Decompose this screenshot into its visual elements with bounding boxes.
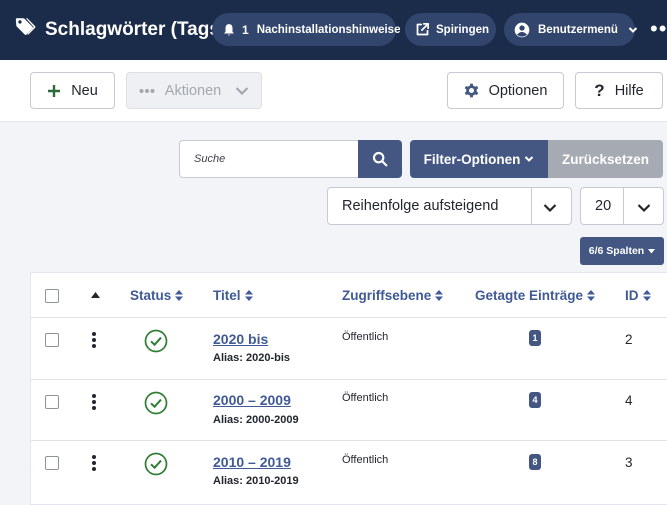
ordering-select[interactable]: Reihenfolge aufsteigend xyxy=(327,187,572,225)
ellipsis-icon xyxy=(139,88,155,94)
site-button[interactable]: Spiringen xyxy=(405,13,496,46)
sort-icon xyxy=(435,290,444,301)
tag-title-link[interactable]: 2000 – 2009 xyxy=(213,392,291,408)
row-checkbox[interactable] xyxy=(45,395,59,409)
filter-options-button[interactable]: Filter-Optionen xyxy=(410,140,548,178)
tag-alias: Alias: 2010-2019 xyxy=(213,475,299,487)
column-header-status[interactable]: Status xyxy=(130,288,184,303)
options-button[interactable]: Optionen xyxy=(447,72,564,109)
tag-title-link[interactable]: 2020 bis xyxy=(213,331,268,347)
limit-value: 20 xyxy=(595,198,612,214)
search-icon xyxy=(372,151,388,167)
tag-alias: Alias: 2020-bis xyxy=(213,352,291,364)
row-divider xyxy=(31,379,667,380)
select-divider xyxy=(623,188,624,224)
options-button-label: Optionen xyxy=(488,82,548,99)
column-header-label: Titel xyxy=(213,288,241,303)
site-label: Spiringen xyxy=(436,23,490,36)
gear-icon xyxy=(464,83,479,98)
tags-table: Status Titel Zugriffsebene Getagte Eintr… xyxy=(30,272,667,505)
check-circle-icon[interactable] xyxy=(144,391,168,420)
row-divider xyxy=(31,440,667,441)
header: Schlagwörter (Tags) 1 Nachinstallationsh… xyxy=(0,0,667,60)
sort-icon xyxy=(587,290,596,301)
caret-down-icon xyxy=(648,248,656,254)
tag-id: 2 xyxy=(625,332,633,347)
access-level: Öffentlich xyxy=(342,454,389,466)
actions-button-label: Aktionen xyxy=(164,82,222,99)
column-header-id[interactable]: ID xyxy=(625,288,651,303)
new-button-label: Neu xyxy=(71,82,98,99)
page-title: Schlagwörter (Tags) xyxy=(45,18,227,40)
search-field xyxy=(179,140,359,178)
check-circle-icon[interactable] xyxy=(144,452,168,481)
tag-title-link[interactable]: 2010 – 2019 xyxy=(213,454,291,470)
chevron-down-icon xyxy=(543,201,557,217)
select-divider xyxy=(531,188,532,224)
tagged-count-badge[interactable]: 1 xyxy=(529,330,541,346)
tag-id: 3 xyxy=(625,455,633,470)
sort-icon xyxy=(244,290,253,301)
filter-options-label: Filter-Optionen xyxy=(423,151,521,167)
row-actions-icon[interactable] xyxy=(92,394,96,412)
column-header-label: Getagte Einträge xyxy=(475,288,584,303)
ordering-sort-icon[interactable] xyxy=(91,292,100,298)
help-button-label: Hilfe xyxy=(614,82,644,99)
tagged-count-badge[interactable]: 8 xyxy=(529,454,541,470)
sort-icon xyxy=(175,290,184,301)
question-icon: ? xyxy=(594,80,605,100)
column-header-label: Zugriffsebene xyxy=(342,288,432,303)
column-header-tagged[interactable]: Getagte Einträge xyxy=(475,288,596,303)
plus-icon xyxy=(47,84,61,98)
chevron-down-icon xyxy=(628,25,638,35)
actions-button[interactable]: Aktionen xyxy=(126,72,262,109)
tag-id: 4 xyxy=(625,393,633,408)
limit-select[interactable]: 20 xyxy=(580,187,664,225)
search-input[interactable] xyxy=(180,141,359,177)
brand: Schlagwörter (Tags) xyxy=(14,16,226,43)
column-header-label: Status xyxy=(130,288,172,303)
search-button[interactable] xyxy=(358,140,402,178)
notifications-count: 1 xyxy=(242,22,249,37)
access-level: Öffentlich xyxy=(342,331,389,343)
chevron-down-icon xyxy=(637,201,651,217)
column-header-label: ID xyxy=(625,288,639,303)
row-checkbox[interactable] xyxy=(45,456,59,470)
external-link-icon xyxy=(415,21,430,39)
bell-icon xyxy=(222,21,236,39)
column-header-title[interactable]: Titel xyxy=(213,288,253,303)
row-actions-icon[interactable] xyxy=(92,455,96,473)
ordering-value: Reihenfolge aufsteigend xyxy=(342,198,499,214)
row-checkbox[interactable] xyxy=(45,333,59,347)
columns-label: 6/6 Spalten xyxy=(588,245,645,257)
sort-icon xyxy=(642,290,651,301)
help-button[interactable]: ? Hilfe xyxy=(575,72,663,109)
toolbar: Neu Aktionen Optionen ? Hilfe xyxy=(0,60,667,122)
access-level: Öffentlich xyxy=(342,392,389,404)
columns-button[interactable]: 6/6 Spalten xyxy=(580,237,664,265)
new-button[interactable]: Neu xyxy=(30,72,115,109)
column-header-access[interactable]: Zugriffsebene xyxy=(342,288,444,303)
chevron-down-icon xyxy=(235,86,249,96)
tagged-count-badge[interactable]: 4 xyxy=(529,392,541,408)
notifications-label: Nachinstallationshinweise xyxy=(256,23,401,36)
reset-button[interactable]: Zurücksetzen xyxy=(548,140,663,178)
notifications-button[interactable]: 1 Nachinstallationshinweise xyxy=(212,13,400,46)
user-menu-button[interactable]: Benutzermenü xyxy=(504,13,638,46)
tag-alias: Alias: 2000-2009 xyxy=(213,414,299,426)
more-menu-button[interactable]: •• xyxy=(650,18,667,40)
check-circle-icon[interactable] xyxy=(144,329,168,358)
chevron-down-icon xyxy=(524,155,534,163)
row-actions-icon[interactable] xyxy=(92,332,96,350)
tags-icon xyxy=(14,16,36,43)
row-divider xyxy=(31,317,667,318)
user-menu-label: Benutzermenü xyxy=(538,23,618,36)
user-circle-icon xyxy=(514,21,530,39)
select-all-checkbox[interactable] xyxy=(45,289,59,303)
